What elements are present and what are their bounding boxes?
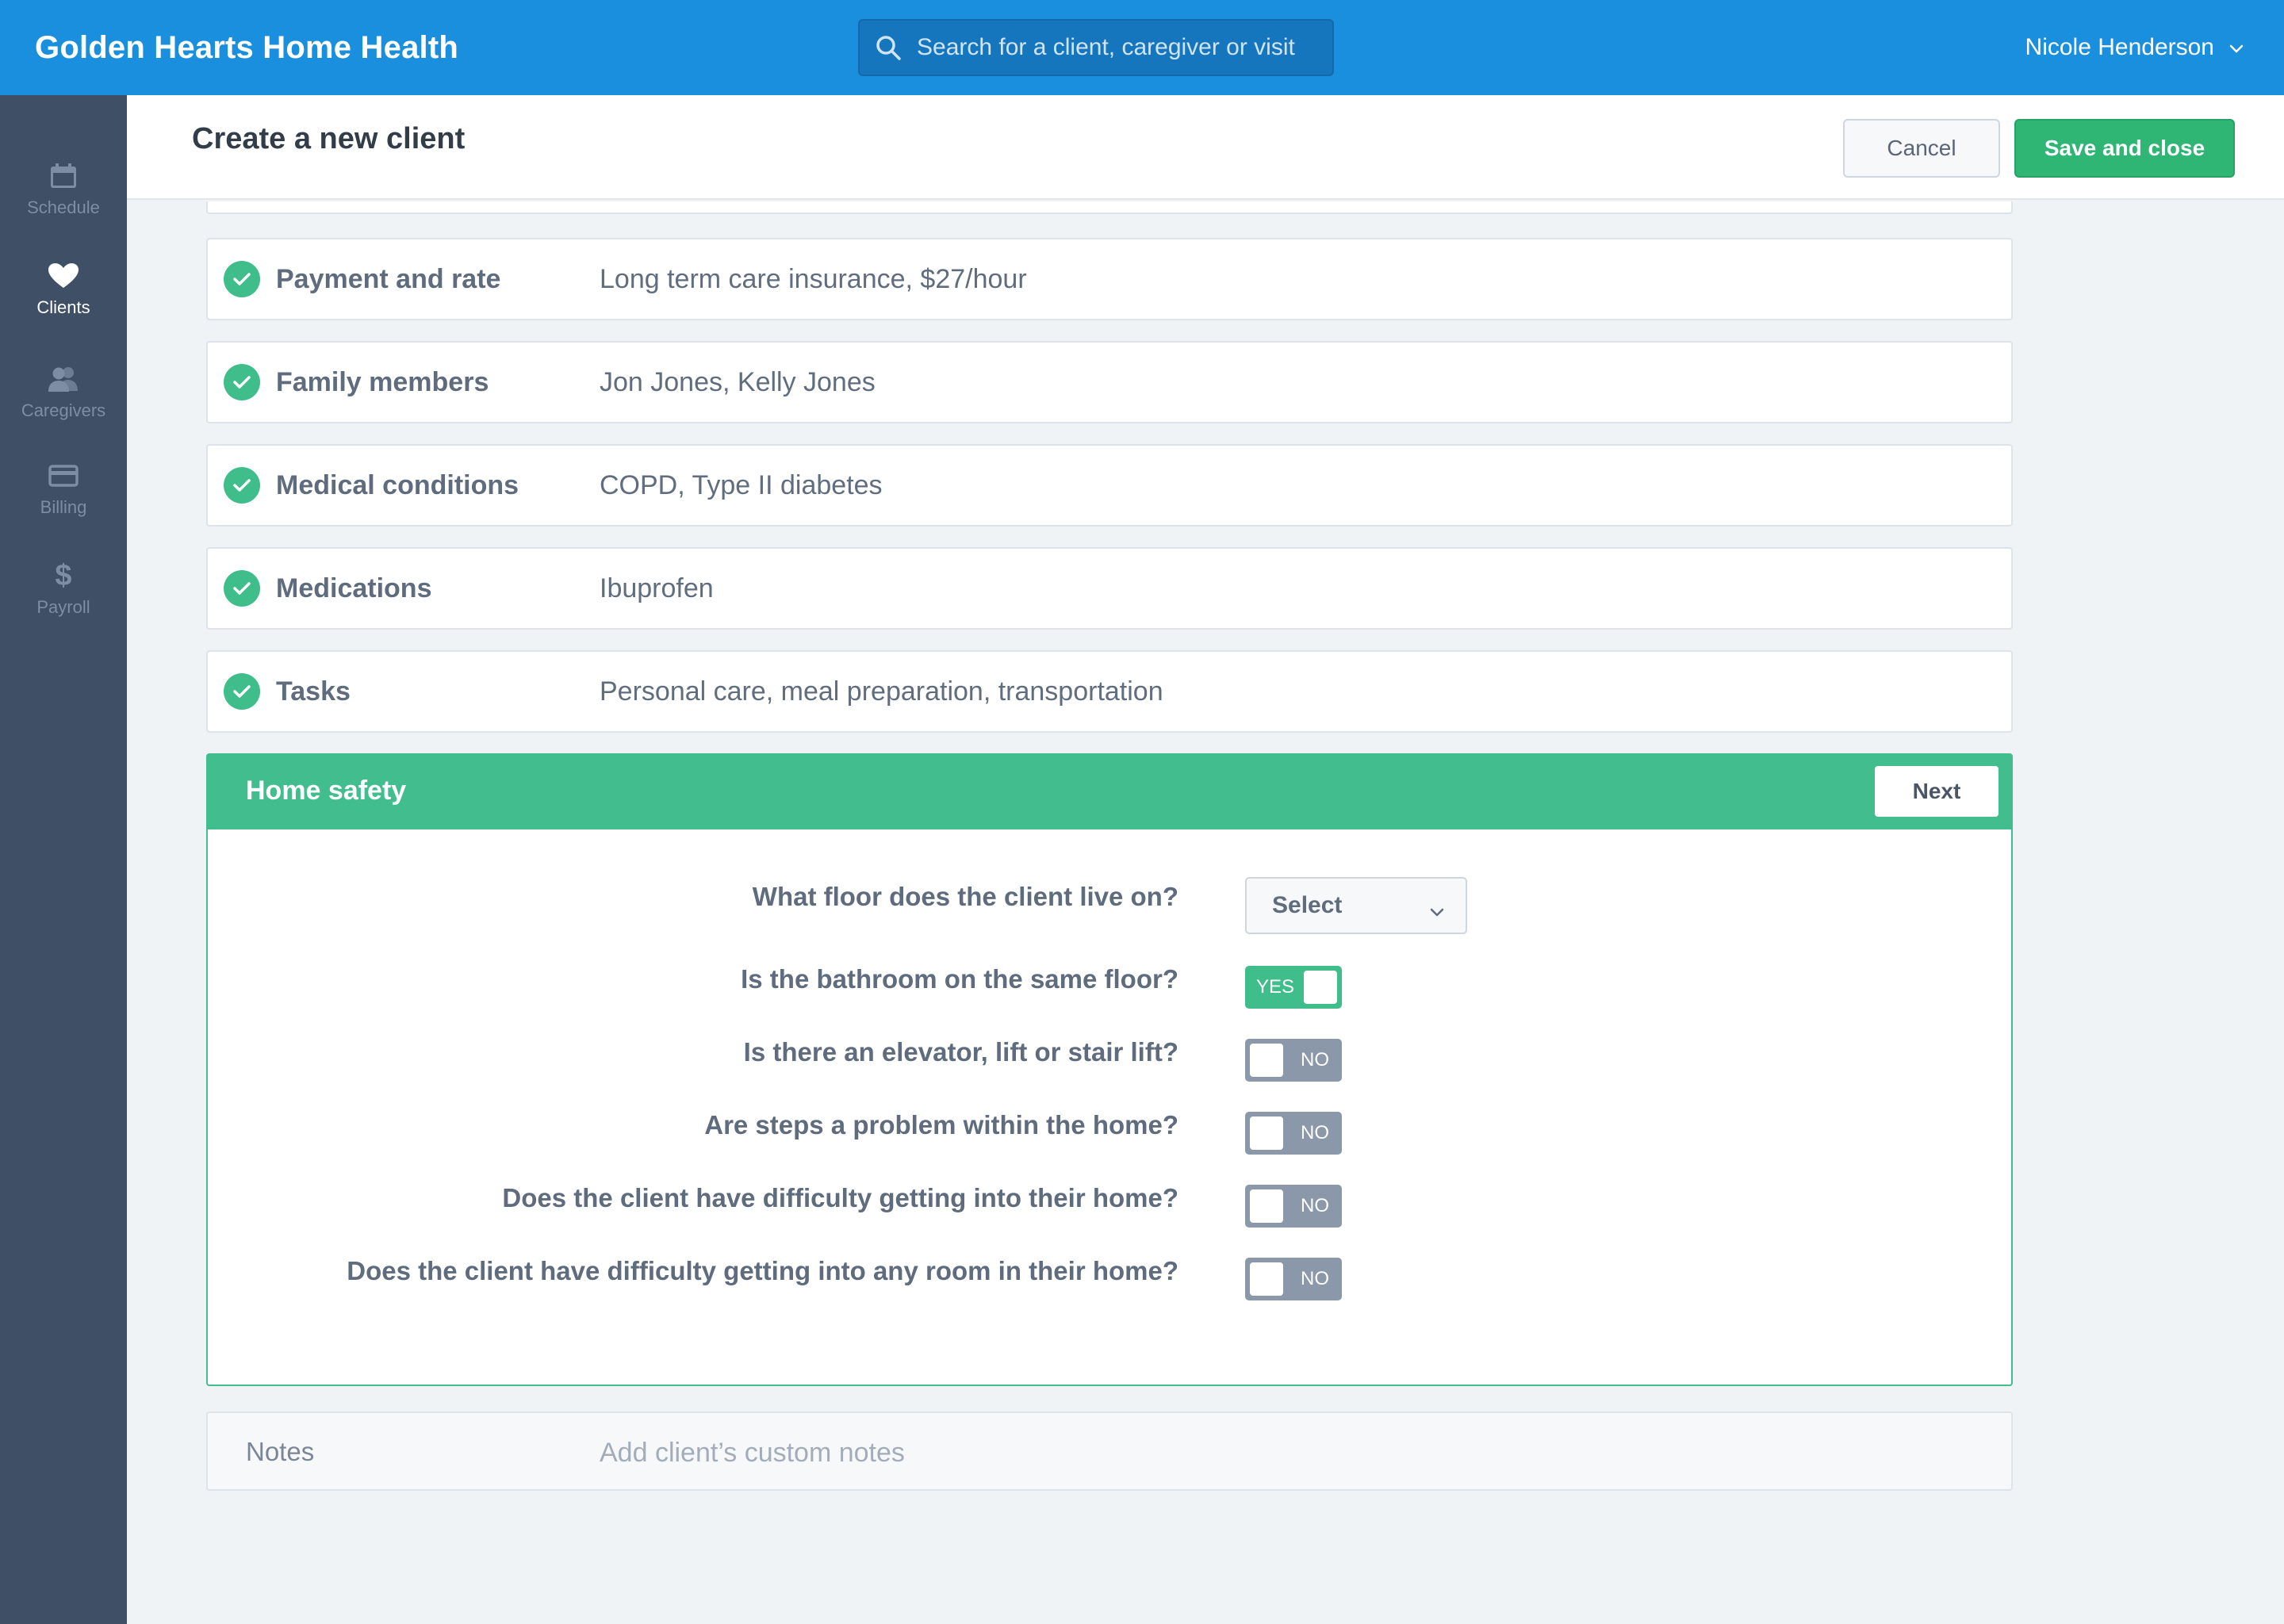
question-home-entry: Does the client have difficulty getting … bbox=[502, 1183, 1178, 1212]
calendar-icon bbox=[49, 161, 78, 191]
question-elevator: Is there an elevator, lift or stair lift… bbox=[743, 1037, 1178, 1067]
sidebar-item-schedule[interactable]: Schedule bbox=[0, 146, 127, 233]
section-value: Personal care, meal preparation, transpo… bbox=[600, 676, 1163, 707]
heart-icon bbox=[48, 261, 79, 291]
next-button[interactable]: Next bbox=[1875, 766, 1998, 817]
save-and-close-button[interactable]: Save and close bbox=[2014, 119, 2235, 178]
sidebar-item-label: Caregivers bbox=[21, 400, 106, 420]
section-card-previous bbox=[206, 201, 2013, 214]
sidebar-item-label: Payroll bbox=[36, 597, 90, 617]
room-entry-toggle[interactable]: NO bbox=[1245, 1258, 1342, 1300]
toggle-knob bbox=[1250, 1189, 1283, 1223]
toggle-knob bbox=[1250, 1262, 1283, 1296]
section-payment-and-rate[interactable]: Payment and rate Long term care insuranc… bbox=[206, 238, 2013, 320]
page-title: Create a new client bbox=[192, 122, 466, 155]
user-name: Nicole Henderson bbox=[2025, 34, 2214, 60]
section-row[interactable]: Medications Ibuprofen bbox=[208, 549, 2011, 628]
page-header: Create a new client Cancel Save and clos… bbox=[127, 95, 2284, 200]
section-value: Long term care insurance, $27/hour bbox=[600, 263, 1027, 294]
people-icon bbox=[48, 364, 79, 394]
home-safety-header: Home safety Next bbox=[208, 755, 2011, 829]
home-entry-toggle[interactable]: NO bbox=[1245, 1185, 1342, 1228]
chevron-down-icon bbox=[1429, 898, 1445, 925]
sidebar-item-billing[interactable]: Billing bbox=[0, 446, 127, 533]
cancel-button[interactable]: Cancel bbox=[1843, 119, 2000, 178]
section-family-members[interactable]: Family members Jon Jones, Kelly Jones bbox=[206, 341, 2013, 423]
toggle-knob bbox=[1250, 1044, 1283, 1077]
section-row[interactable]: Family members Jon Jones, Kelly Jones bbox=[208, 343, 2011, 422]
section-value: Ibuprofen bbox=[600, 573, 714, 603]
home-safety-panel: Home safety Next What floor does the cli… bbox=[206, 753, 2013, 1386]
floor-select-value: Select bbox=[1272, 892, 1343, 918]
check-icon bbox=[224, 570, 260, 607]
section-value: COPD, Type II diabetes bbox=[600, 469, 883, 500]
sidebar-item-label: Billing bbox=[40, 497, 87, 517]
top-bar: Golden Hearts Home Health Nicole Henders… bbox=[0, 0, 2284, 95]
toggle-state: NO bbox=[1301, 1195, 1329, 1216]
section-row[interactable]: Medical conditions COPD, Type II diabete… bbox=[208, 446, 2011, 525]
sidebar: Schedule Clients Caregivers Billing $ Pa… bbox=[0, 95, 127, 1624]
sidebar-item-label: Clients bbox=[36, 297, 90, 317]
toggle-knob bbox=[1250, 1116, 1283, 1150]
search-box[interactable] bbox=[858, 19, 1334, 76]
section-value: Jon Jones, Kelly Jones bbox=[600, 366, 876, 397]
notes-input[interactable] bbox=[600, 1429, 1948, 1477]
question-steps: Are steps a problem within the home? bbox=[704, 1110, 1178, 1139]
search-icon bbox=[860, 21, 917, 75]
toggle-state: NO bbox=[1301, 1049, 1329, 1071]
section-label: Tasks bbox=[276, 676, 351, 707]
notes-label: Notes bbox=[246, 1437, 315, 1466]
toggle-knob bbox=[1304, 971, 1337, 1004]
home-safety-title: Home safety bbox=[246, 776, 407, 806]
section-medications[interactable]: Medications Ibuprofen bbox=[206, 547, 2013, 630]
section-row[interactable]: Payment and rate Long term care insuranc… bbox=[208, 239, 2011, 319]
section-medical-conditions[interactable]: Medical conditions COPD, Type II diabete… bbox=[206, 444, 2013, 527]
chevron-down-icon bbox=[2228, 34, 2244, 61]
question-bathroom: Is the bathroom on the same floor? bbox=[741, 964, 1178, 994]
notes-card[interactable]: Notes bbox=[206, 1411, 2013, 1491]
question-room-entry: Does the client have difficulty getting … bbox=[347, 1256, 1178, 1285]
bathroom-toggle[interactable]: YES bbox=[1245, 966, 1342, 1009]
sidebar-item-label: Schedule bbox=[27, 197, 100, 217]
toggle-state: YES bbox=[1256, 976, 1295, 998]
app-title: Golden Hearts Home Health bbox=[35, 29, 459, 65]
section-label: Payment and rate bbox=[276, 263, 501, 294]
toggle-state: NO bbox=[1301, 1268, 1329, 1289]
check-icon bbox=[224, 364, 260, 400]
floor-select[interactable]: Select bbox=[1245, 877, 1467, 934]
check-icon bbox=[224, 467, 260, 504]
section-label: Family members bbox=[276, 366, 489, 397]
section-row[interactable]: Tasks Personal care, meal preparation, t… bbox=[208, 652, 2011, 731]
sidebar-item-caregivers[interactable]: Caregivers bbox=[0, 349, 127, 436]
sidebar-item-clients[interactable]: Clients bbox=[0, 246, 127, 333]
elevator-toggle[interactable]: NO bbox=[1245, 1039, 1342, 1082]
check-icon bbox=[224, 673, 260, 710]
form-content: Payment and rate Long term care insuranc… bbox=[127, 201, 2284, 1624]
dollar-icon: $ bbox=[55, 558, 72, 592]
check-icon bbox=[224, 261, 260, 297]
steps-toggle[interactable]: NO bbox=[1245, 1112, 1342, 1155]
toggle-state: NO bbox=[1301, 1122, 1329, 1143]
section-tasks[interactable]: Tasks Personal care, meal preparation, t… bbox=[206, 650, 2013, 733]
search-input[interactable] bbox=[917, 21, 1332, 75]
question-floor: What floor does the client live on? bbox=[752, 882, 1178, 911]
section-label: Medical conditions bbox=[276, 469, 519, 500]
section-label: Medications bbox=[276, 573, 432, 603]
sidebar-item-payroll[interactable]: $ Payroll bbox=[0, 546, 127, 633]
user-menu[interactable]: Nicole Henderson bbox=[2025, 0, 2244, 95]
credit-card-icon bbox=[48, 461, 79, 491]
